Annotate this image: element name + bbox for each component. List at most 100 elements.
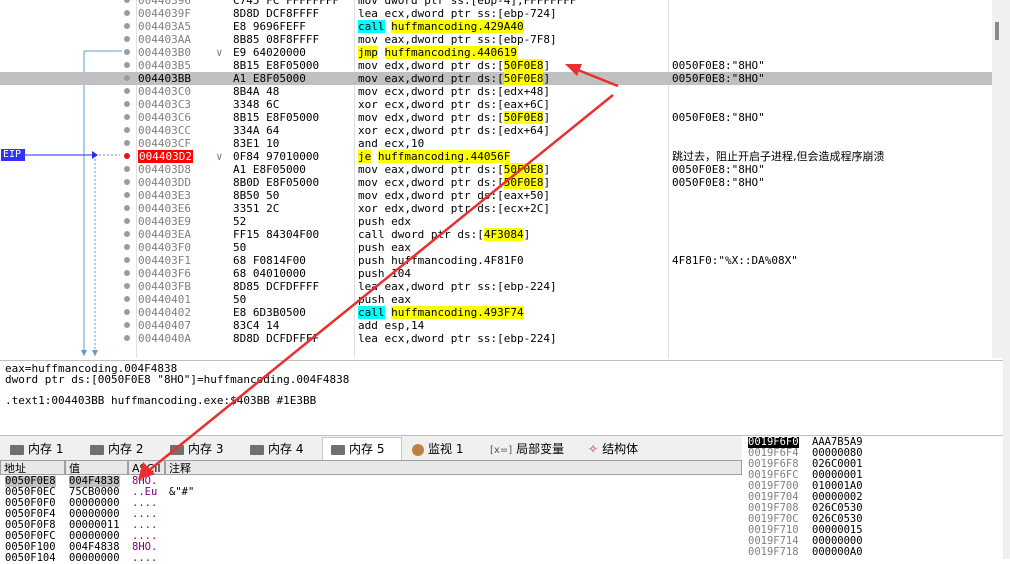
disasm-row[interactable]: 00440401 50 push eax [0, 293, 1003, 306]
breakpoint-slot-icon[interactable] [124, 49, 130, 55]
instruction-text: and ecx,10 [358, 137, 425, 150]
disasm-row[interactable]: 004403E9 52 push edx [0, 215, 1003, 228]
breakpoint-slot-icon[interactable] [124, 75, 130, 81]
instruction-bytes: 83C4 14 [233, 319, 280, 332]
breakpoint-slot-icon[interactable] [124, 101, 130, 107]
disasm-row[interactable]: 004403C3 3348 6C xor ecx,dword ptr ds:[eax… [0, 98, 1003, 111]
instruction-bytes: 8D85 DCFDFFFF [233, 280, 320, 293]
breakpoint-slot-icon[interactable] [124, 322, 130, 328]
disasm-row[interactable]: 004403A5 E8 9696FEFF call huffmancoding.42… [0, 20, 1003, 33]
memory-dump-pane[interactable]: 地址 值 ASCII 注释 0050F0E8 004F4838 8HO. 0050F0… [0, 460, 742, 564]
breakpoint-slot-icon[interactable] [124, 166, 130, 172]
breakpoint-slot-icon[interactable] [124, 88, 130, 94]
breakpoint-slot-icon[interactable] [124, 0, 130, 3]
breakpoint-slot-icon[interactable] [124, 270, 130, 276]
column-header-comment[interactable]: 注释 [165, 460, 742, 475]
disasm-row[interactable]: 0044039F 8D8D DCF8FFFF lea ecx,dword ptr s… [0, 7, 1003, 20]
breakpoint-slot-icon[interactable] [124, 231, 130, 237]
breakpoint-slot-icon[interactable] [124, 257, 130, 263]
disasm-row[interactable]: 004403DD 8B0D E8F05000 mov ecx,dword ptr d… [0, 176, 1003, 189]
instruction-text: push 104 [358, 267, 411, 280]
disasm-row[interactable]: 004403C6 8B15 E8F05000 mov edx,dword ptr d… [0, 111, 1003, 124]
tab-memory-4[interactable]: 内存 4 [242, 438, 318, 460]
disasm-row[interactable]: 004403E6 3351 2C xor edx,dword ptr ds:[ecx… [0, 202, 1003, 215]
instruction-address: 004403D8 [138, 163, 191, 176]
instruction-bytes: A1 E8F05000 [233, 163, 306, 176]
instruction-bytes: 50 [233, 241, 247, 254]
disasm-row[interactable]: 004403BB A1 E8F05000 mov eax,dword ptr ds:… [0, 72, 1003, 85]
tab-memory-3[interactable]: 内存 3 [162, 438, 238, 460]
stack-value: 000000A0 [812, 546, 863, 558]
dump-comment: &"#" [169, 486, 195, 498]
breakpoint-slot-icon[interactable] [124, 10, 130, 16]
column-header-ascii[interactable]: ASCII [128, 460, 165, 475]
disasm-row[interactable]: 004403F0 50 push eax [0, 241, 1003, 254]
disasm-row[interactable]: 004403F1 68 F0814F00 push huffmancoding.4F… [0, 254, 1003, 267]
disassembly-pane[interactable]: EIP 00440396 C745 FC FFFFFFFF mov dword pt… [0, 0, 1003, 358]
disasm-row[interactable]: 0044040A 8D8D DCFDFFFF lea ecx,dword ptr s… [0, 332, 1003, 345]
memory-icon [90, 444, 104, 455]
disasm-scrollbar[interactable] [992, 0, 1003, 358]
disasm-row[interactable]: 004403AA 8B85 08F8FFFF mov eax,dword ptr s… [0, 33, 1003, 46]
tab-memory-2[interactable]: 内存 2 [82, 438, 158, 460]
instruction-bytes: E9 64020000 [233, 46, 306, 59]
instruction-address: 004403EA [138, 228, 191, 241]
breakpoint-slot-icon[interactable] [124, 283, 130, 289]
disasm-row[interactable]: 00440402 E8 6D3B0500 call huffmancoding.49… [0, 306, 1003, 319]
instruction-address: 00440402 [138, 306, 191, 319]
stack-row[interactable]: 0019F718 000000A0 [746, 547, 1003, 558]
breakpoint-slot-icon[interactable] [124, 309, 130, 315]
instruction-comment: 0050F0E8:"8HO" [672, 111, 765, 124]
instruction-address: 004403B5 [138, 59, 191, 72]
disasm-row[interactable]: 004403C0 8B4A 48 mov ecx,dword ptr ds:[edx… [0, 85, 1003, 98]
instruction-address: 004403B0 [138, 46, 191, 59]
breakpoint-slot-icon[interactable] [124, 179, 130, 185]
breakpoint-slot-icon[interactable] [124, 36, 130, 42]
disasm-row[interactable]: 004403FB 8D85 DCFDFFFF lea eax,dword ptr s… [0, 280, 1003, 293]
tab-memory-1[interactable]: 内存 1 [2, 438, 78, 460]
instruction-text: mov ecx,dword ptr ds:[edx+48] [358, 85, 551, 98]
disasm-row[interactable]: 004403B5 8B15 E8F05000 mov edx,dword ptr d… [0, 59, 1003, 72]
disasm-row[interactable]: 004403F6 68 04010000 push 104 [0, 267, 1003, 280]
tab-struct[interactable]: ✧ 结构体 [580, 438, 652, 460]
instruction-bytes: 0F84 97010000 [233, 150, 320, 163]
breakpoint-slot-icon[interactable] [124, 192, 130, 198]
breakpoint-icon[interactable] [124, 153, 130, 159]
breakpoint-slot-icon[interactable] [124, 244, 130, 250]
splitter[interactable] [1003, 0, 1010, 559]
instruction-address: 004403F0 [138, 241, 191, 254]
disasm-row[interactable]: 004403EA FF15 84304F00 call dword ptr ds:[… [0, 228, 1003, 241]
disasm-row[interactable]: 004403B0 ∨ E9 64020000 jmp huffmancoding.44… [0, 46, 1003, 59]
disasm-row[interactable]: 00440396 C745 FC FFFFFFFF mov dword ptr ss… [0, 0, 1003, 7]
tab-memory-5[interactable]: 内存 5 [322, 437, 402, 460]
breakpoint-slot-icon[interactable] [124, 335, 130, 341]
breakpoint-slot-icon[interactable] [124, 218, 130, 224]
breakpoint-slot-icon[interactable] [124, 62, 130, 68]
column-header-value[interactable]: 值 [65, 460, 128, 475]
disasm-row[interactable]: 004403CC 334A 64 xor ecx,dword ptr ds:[edx… [0, 124, 1003, 137]
instruction-address: 0044039F [138, 7, 191, 20]
breakpoint-slot-icon[interactable] [124, 296, 130, 302]
breakpoint-slot-icon[interactable] [124, 140, 130, 146]
disasm-row[interactable]: 004403D8 A1 E8F05000 mov eax,dword ptr ds:… [0, 163, 1003, 176]
instruction-address: 004403C6 [138, 111, 191, 124]
disasm-row[interactable]: 004403CF 83E1 10 and ecx,10 [0, 137, 1003, 150]
disasm-row[interactable]: 004403E3 8B50 50 mov edx,dword ptr ds:[eax… [0, 189, 1003, 202]
tab-locals[interactable]: [x=] 局部变量 [484, 438, 574, 460]
tab-watch-1[interactable]: 监视 1 [404, 438, 476, 460]
stack-pane[interactable]: 0019F6F0 AAA7B5A9 0019F6F4 00000080 0019F6F8… [746, 436, 1003, 559]
instruction-address: 004403E9 [138, 215, 191, 228]
breakpoint-slot-icon[interactable] [124, 114, 130, 120]
scrollbar-thumb[interactable] [995, 22, 999, 40]
instruction-comment: 4F81F0:"%X::DA%08X" [672, 254, 798, 267]
column-header-address[interactable]: 地址 [0, 460, 65, 475]
disasm-row[interactable]: 00440407 83C4 14 add esp,14 [0, 319, 1003, 332]
instruction-address: 004403FB [138, 280, 191, 293]
stack-address: 0019F718 [748, 546, 799, 558]
bottom-tab-bar: 内存 1 内存 2 内存 3 内存 4 内存 5 监视 1 [x=] 局部变量 ✧… [0, 436, 742, 460]
breakpoint-slot-icon[interactable] [124, 127, 130, 133]
instruction-address: 004403CF [138, 137, 191, 150]
breakpoint-slot-icon[interactable] [124, 23, 130, 29]
breakpoint-slot-icon[interactable] [124, 205, 130, 211]
disasm-row[interactable]: 004403D2 ∨ 0F84 97010000 je huffmancoding.4… [0, 150, 1003, 163]
